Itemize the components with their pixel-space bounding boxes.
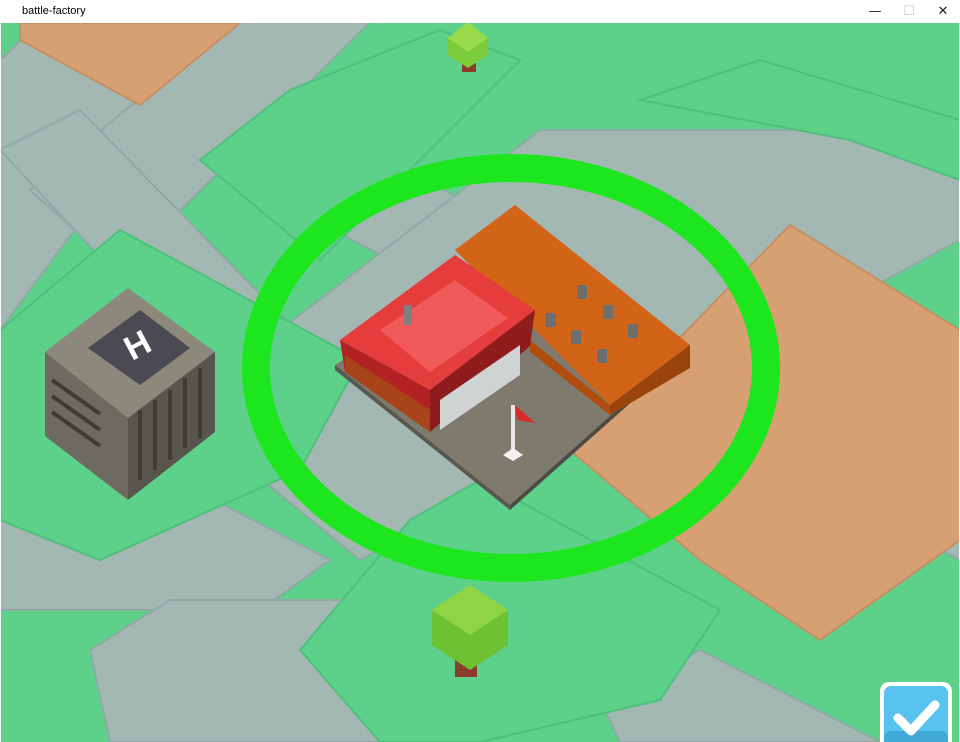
chimney bbox=[404, 305, 412, 325]
confirm-button[interactable] bbox=[879, 681, 953, 742]
maximize-icon: ☐ bbox=[903, 4, 915, 19]
maximize-button[interactable]: ☐ bbox=[892, 0, 926, 23]
checkmark-icon bbox=[880, 682, 952, 742]
minimize-button[interactable]: — bbox=[858, 0, 892, 23]
game-viewport[interactable]: H bbox=[1, 23, 959, 742]
minimize-icon: — bbox=[868, 4, 882, 19]
window-title: battle-factory bbox=[22, 5, 86, 17]
title-bar: battle-factory — ☐ ✕ bbox=[0, 0, 960, 24]
close-icon: ✕ bbox=[937, 4, 949, 19]
close-button[interactable]: ✕ bbox=[926, 0, 960, 23]
isometric-map[interactable]: H bbox=[1, 23, 959, 742]
